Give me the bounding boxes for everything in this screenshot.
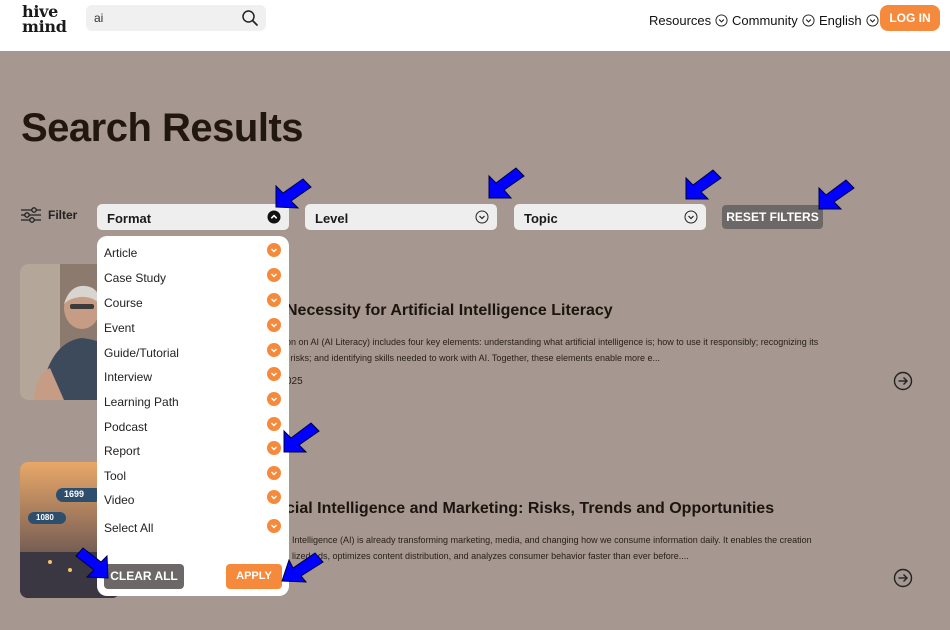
check-icon[interactable] bbox=[267, 417, 281, 431]
check-icon[interactable] bbox=[267, 466, 281, 480]
result-title[interactable]: Necessity for Artificial Intelligence Li… bbox=[286, 302, 613, 320]
result-excerpt: Intelligence (AI) is already transformin… bbox=[292, 535, 812, 561]
format-option-report[interactable]: Report bbox=[104, 444, 140, 458]
check-icon[interactable] bbox=[267, 367, 281, 381]
nav-resources[interactable]: Resources bbox=[649, 13, 728, 28]
chevron-down-icon[interactable] bbox=[684, 210, 698, 224]
search-input-value[interactable]: ai bbox=[94, 11, 103, 25]
topic-select[interactable]: Topic bbox=[514, 204, 706, 230]
arrow-right-icon[interactable] bbox=[893, 371, 913, 391]
format-option-select-all[interactable]: Select All bbox=[104, 521, 153, 535]
format-dropdown-menu: Article Case Study Course Event Guide/Tu… bbox=[97, 236, 289, 596]
result-title[interactable]: cial Intelligence and Marketing: Risks, … bbox=[286, 500, 774, 518]
apply-button[interactable]: APPLY bbox=[226, 564, 282, 589]
format-option-podcast[interactable]: Podcast bbox=[104, 420, 147, 434]
annotation-arrow-icon bbox=[818, 179, 855, 210]
format-option-article[interactable]: Article bbox=[104, 246, 137, 260]
chevron-up-icon[interactable] bbox=[267, 210, 281, 224]
page-title: Search Results bbox=[21, 106, 304, 150]
annotation-arrow-icon bbox=[488, 167, 525, 199]
check-icon[interactable] bbox=[267, 343, 281, 357]
login-button[interactable]: LOG IN bbox=[880, 5, 940, 31]
check-icon[interactable] bbox=[267, 519, 281, 533]
annotation-arrow-icon bbox=[685, 169, 722, 200]
arrow-right-icon[interactable] bbox=[893, 568, 913, 588]
check-icon[interactable] bbox=[267, 243, 281, 257]
chevron-down-icon bbox=[802, 14, 815, 27]
level-select[interactable]: Level bbox=[305, 204, 497, 230]
check-icon[interactable] bbox=[267, 392, 281, 406]
check-icon[interactable] bbox=[267, 441, 281, 455]
format-option-case-study[interactable]: Case Study bbox=[104, 271, 166, 285]
check-icon[interactable] bbox=[267, 490, 281, 504]
format-option-interview[interactable]: Interview bbox=[104, 370, 152, 384]
format-option-guide-tutorial[interactable]: Guide/Tutorial bbox=[104, 346, 179, 360]
check-icon[interactable] bbox=[267, 318, 281, 332]
format-option-course[interactable]: Course bbox=[104, 296, 143, 310]
format-option-tool[interactable]: Tool bbox=[104, 469, 126, 483]
format-option-video[interactable]: Video bbox=[104, 493, 134, 507]
reset-filters-button[interactable]: RESET FILTERS bbox=[722, 205, 823, 229]
nav-language[interactable]: English bbox=[819, 13, 879, 28]
image-badge: 1080 bbox=[36, 513, 54, 522]
top-header: hive mind ai Resources Community English… bbox=[0, 0, 950, 51]
filter-toggle[interactable]: Filter bbox=[20, 207, 77, 223]
annotation-arrow-icon bbox=[283, 422, 320, 453]
chevron-down-icon[interactable] bbox=[475, 210, 489, 224]
check-icon[interactable] bbox=[267, 268, 281, 282]
chevron-down-icon bbox=[715, 14, 728, 27]
result-excerpt: on on AI (AI Literacy) includes four key… bbox=[286, 337, 819, 363]
format-option-event[interactable]: Event bbox=[104, 321, 135, 335]
search-input[interactable]: ai bbox=[86, 5, 266, 31]
chevron-down-icon bbox=[866, 14, 879, 27]
check-icon[interactable] bbox=[267, 293, 281, 307]
image-badge: 1699 bbox=[64, 489, 85, 499]
hive-mind-logo[interactable]: hive mind bbox=[22, 4, 67, 35]
search-icon[interactable] bbox=[240, 8, 260, 28]
format-option-learning-path[interactable]: Learning Path bbox=[104, 395, 179, 409]
format-select[interactable]: Format bbox=[97, 204, 289, 230]
clear-all-button[interactable]: CLEAR ALL bbox=[104, 564, 184, 589]
nav-community[interactable]: Community bbox=[732, 13, 815, 28]
filter-sliders-icon bbox=[21, 207, 41, 223]
